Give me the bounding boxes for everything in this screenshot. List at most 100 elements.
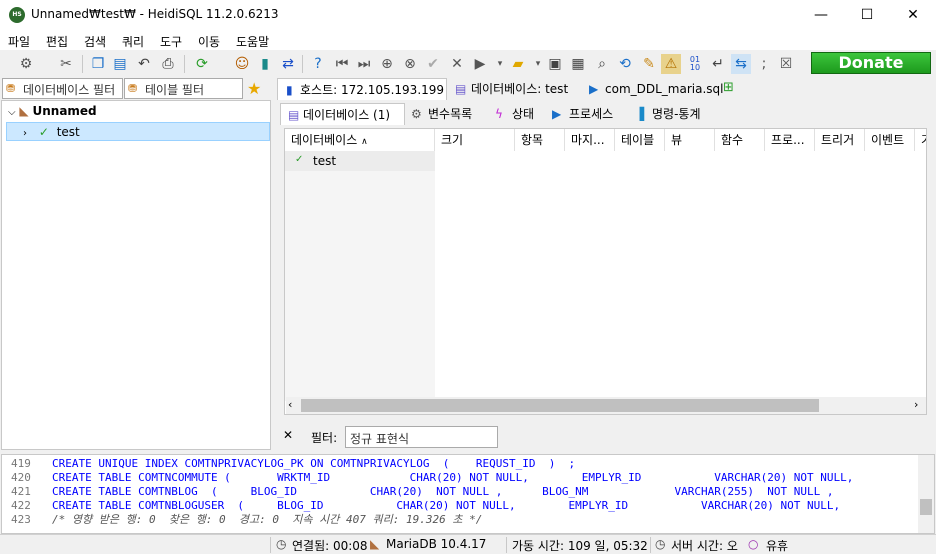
first-icon[interactable]: ⏮ <box>332 54 352 74</box>
delete-icon[interactable]: ⊗ <box>400 54 420 74</box>
column-header-size[interactable]: 크기 <box>435 129 515 151</box>
binary-icon[interactable]: 01 10 <box>685 54 705 74</box>
run-icon[interactable]: ▶ <box>470 54 490 74</box>
server-clock-icon: ◷ <box>655 537 666 551</box>
replace-icon[interactable]: ⟲ <box>615 54 635 74</box>
status-idle: 유휴 <box>766 539 789 553</box>
sql-log[interactable]: 419 CREATE UNIQUE INDEX COMTNPRIVACYLOG_P… <box>1 454 935 534</box>
window-title: Unnamed₩test₩ - HeidiSQL 11.2.0.6213 <box>31 7 279 21</box>
database-filter-input[interactable]: 데이터베이스 필터 <box>2 78 123 99</box>
donate-button[interactable]: Donate <box>811 52 931 74</box>
tree-node-unnamed[interactable]: ⌵ ◣ Unnamed <box>8 102 268 121</box>
menu-help[interactable]: 도움말 <box>236 33 269 50</box>
log-line: 420 CREATE TABLE COMTNCOMMUTE ( WRKTM_ID … <box>11 471 854 484</box>
favorite-star-icon[interactable]: ★ <box>247 79 261 98</box>
last-icon[interactable]: ⏭ <box>354 54 374 74</box>
add-icon[interactable]: ⊕ <box>377 54 397 74</box>
menu-goto[interactable]: 이동 <box>198 33 220 50</box>
menu-edit[interactable]: 편집 <box>46 33 68 50</box>
format-icon[interactable]: ✎ <box>639 54 659 74</box>
export-icon[interactable]: ▮ <box>255 54 275 74</box>
databases-grid[interactable]: 데이터베이스 ∧ 크기 항목 마지... 테이블 뷰 함수 프로... 트리거 … <box>284 128 927 415</box>
database-icon: ✓ <box>295 154 304 165</box>
scroll-right-icon[interactable]: › <box>914 398 918 411</box>
variables-icon: ⚙ <box>411 107 422 121</box>
scroll-left-icon[interactable]: ‹ <box>288 398 292 411</box>
tab-variables[interactable]: ⚙ 변수목록 <box>406 103 486 125</box>
help-icon[interactable]: ? <box>308 54 328 74</box>
save-as-icon[interactable]: ▦ <box>568 54 588 74</box>
apply-icon[interactable]: ✔ <box>423 54 443 74</box>
menu-search[interactable]: 검색 <box>84 33 106 50</box>
query-tab-icon: ▶ <box>589 82 599 96</box>
column-header-database[interactable]: 데이터베이스 ∧ <box>285 129 435 151</box>
save-icon[interactable]: ▣ <box>545 54 565 74</box>
menu-file[interactable]: 파일 <box>8 33 30 50</box>
column-header-views[interactable]: 뷰 <box>665 129 715 151</box>
idle-icon: ○ <box>748 537 759 551</box>
column-header-tables[interactable]: 테이블 <box>615 129 665 151</box>
table-filter-input[interactable]: 테이블 필터 <box>124 78 243 99</box>
column-header-items[interactable]: 항목 <box>515 129 565 151</box>
dolphin-icon: ◣ <box>19 104 29 118</box>
paste-icon[interactable]: ▤ <box>110 54 130 74</box>
menu-tools[interactable]: 도구 <box>160 33 182 50</box>
filter-input[interactable]: 정규 표현식 <box>345 426 498 448</box>
print-icon[interactable]: ⎙ <box>158 54 178 74</box>
tab-status[interactable]: ϟ 상태 <box>490 103 544 125</box>
database-tree[interactable]: ⌵ ◣ Unnamed › ✓ test <box>1 100 271 450</box>
wrap-icon[interactable]: ↵ <box>708 54 728 74</box>
app-icon: HS <box>9 7 25 23</box>
undo-icon[interactable]: ↶ <box>134 54 154 74</box>
menu-query[interactable]: 쿼리 <box>122 33 144 50</box>
status-server-time: 서버 시간: 오 <box>671 539 738 553</box>
clock-icon: ◷ <box>276 537 287 551</box>
tab-databases[interactable]: ▤ 데이터베이스 (1) <box>280 103 405 125</box>
tab-host[interactable]: ▮ 호스트: 172.105.193.199 <box>277 78 447 100</box>
tab-database[interactable]: ▤ 데이터베이스: test <box>449 78 579 100</box>
log-line: 419 CREATE UNIQUE INDEX COMTNPRIVACYLOG_P… <box>11 457 576 470</box>
new-query-tab-icon[interactable]: ⊞ <box>723 80 734 95</box>
cancel-icon[interactable]: ✕ <box>447 54 467 74</box>
session-manager-icon[interactable]: ⚙ <box>16 54 36 74</box>
close-button[interactable]: ✕ <box>890 0 936 30</box>
filter-label: 필터: <box>311 431 338 445</box>
sync-icon[interactable]: ⇄ <box>278 54 298 74</box>
copy-icon[interactable]: ❐ <box>88 54 108 74</box>
processes-icon: ▶ <box>552 107 562 121</box>
user-manager-icon[interactable]: ☺ <box>232 54 252 74</box>
column-header-last-modified[interactable]: 마지... <box>565 129 615 151</box>
open-folder-icon[interactable]: ▰ <box>508 54 528 74</box>
semicolon-icon[interactable]: ; <box>754 54 774 74</box>
warning-icon[interactable]: ⚠ <box>661 54 681 74</box>
column-header-procedures[interactable]: 프로... <box>765 129 815 151</box>
minimize-button[interactable]: — <box>798 0 844 30</box>
log-scrollbar-thumb[interactable] <box>920 499 932 515</box>
collapse-icon[interactable]: ⌵ <box>8 107 16 118</box>
expand-icon[interactable]: › <box>7 128 27 139</box>
log-line: 422 CREATE TABLE COMTNBLOGUSER ( BLOG_ID … <box>11 499 841 512</box>
table-row[interactable]: ✓ test <box>285 151 435 171</box>
column-header-functions[interactable]: 함수 <box>715 129 765 151</box>
scrollbar-thumb[interactable] <box>301 399 819 412</box>
tab-processes[interactable]: ▶ 프로세스 <box>547 103 627 125</box>
tab-command-stats[interactable]: ▐ 명령-통계 <box>630 103 714 125</box>
run-dropdown-icon[interactable]: ▾ <box>490 54 510 74</box>
status-bar: ◷ 연결됨: 00:08 ◣ MariaDB 10.4.17 가동 시간: 10… <box>0 534 936 554</box>
log-vertical-scrollbar[interactable] <box>918 455 934 533</box>
status-connected: 연결됨: 00:08 <box>292 539 368 553</box>
sort-asc-icon: ∧ <box>361 137 368 147</box>
tab-query-file[interactable]: ▶ com_DDL_maria.sql <box>583 78 723 100</box>
column-header-more[interactable]: 기 <box>915 129 926 151</box>
close-filter-icon[interactable]: ✕ <box>283 428 293 442</box>
maximize-button[interactable]: ☐ <box>844 0 890 30</box>
refresh-icon[interactable]: ⟳ <box>192 54 212 74</box>
disconnect-icon[interactable]: ✂ <box>56 54 76 74</box>
autosync-icon[interactable]: ⇆ <box>731 54 751 74</box>
column-header-triggers[interactable]: 트리거 <box>815 129 865 151</box>
column-header-events[interactable]: 이벤트 <box>865 129 915 151</box>
tree-node-test[interactable]: › ✓ test <box>6 122 270 141</box>
clear-icon[interactable]: ☒ <box>776 54 796 74</box>
title-bar: HS Unnamed₩test₩ - HeidiSQL 11.2.0.6213 … <box>0 0 936 30</box>
find-icon[interactable]: ⌕ <box>592 54 612 74</box>
